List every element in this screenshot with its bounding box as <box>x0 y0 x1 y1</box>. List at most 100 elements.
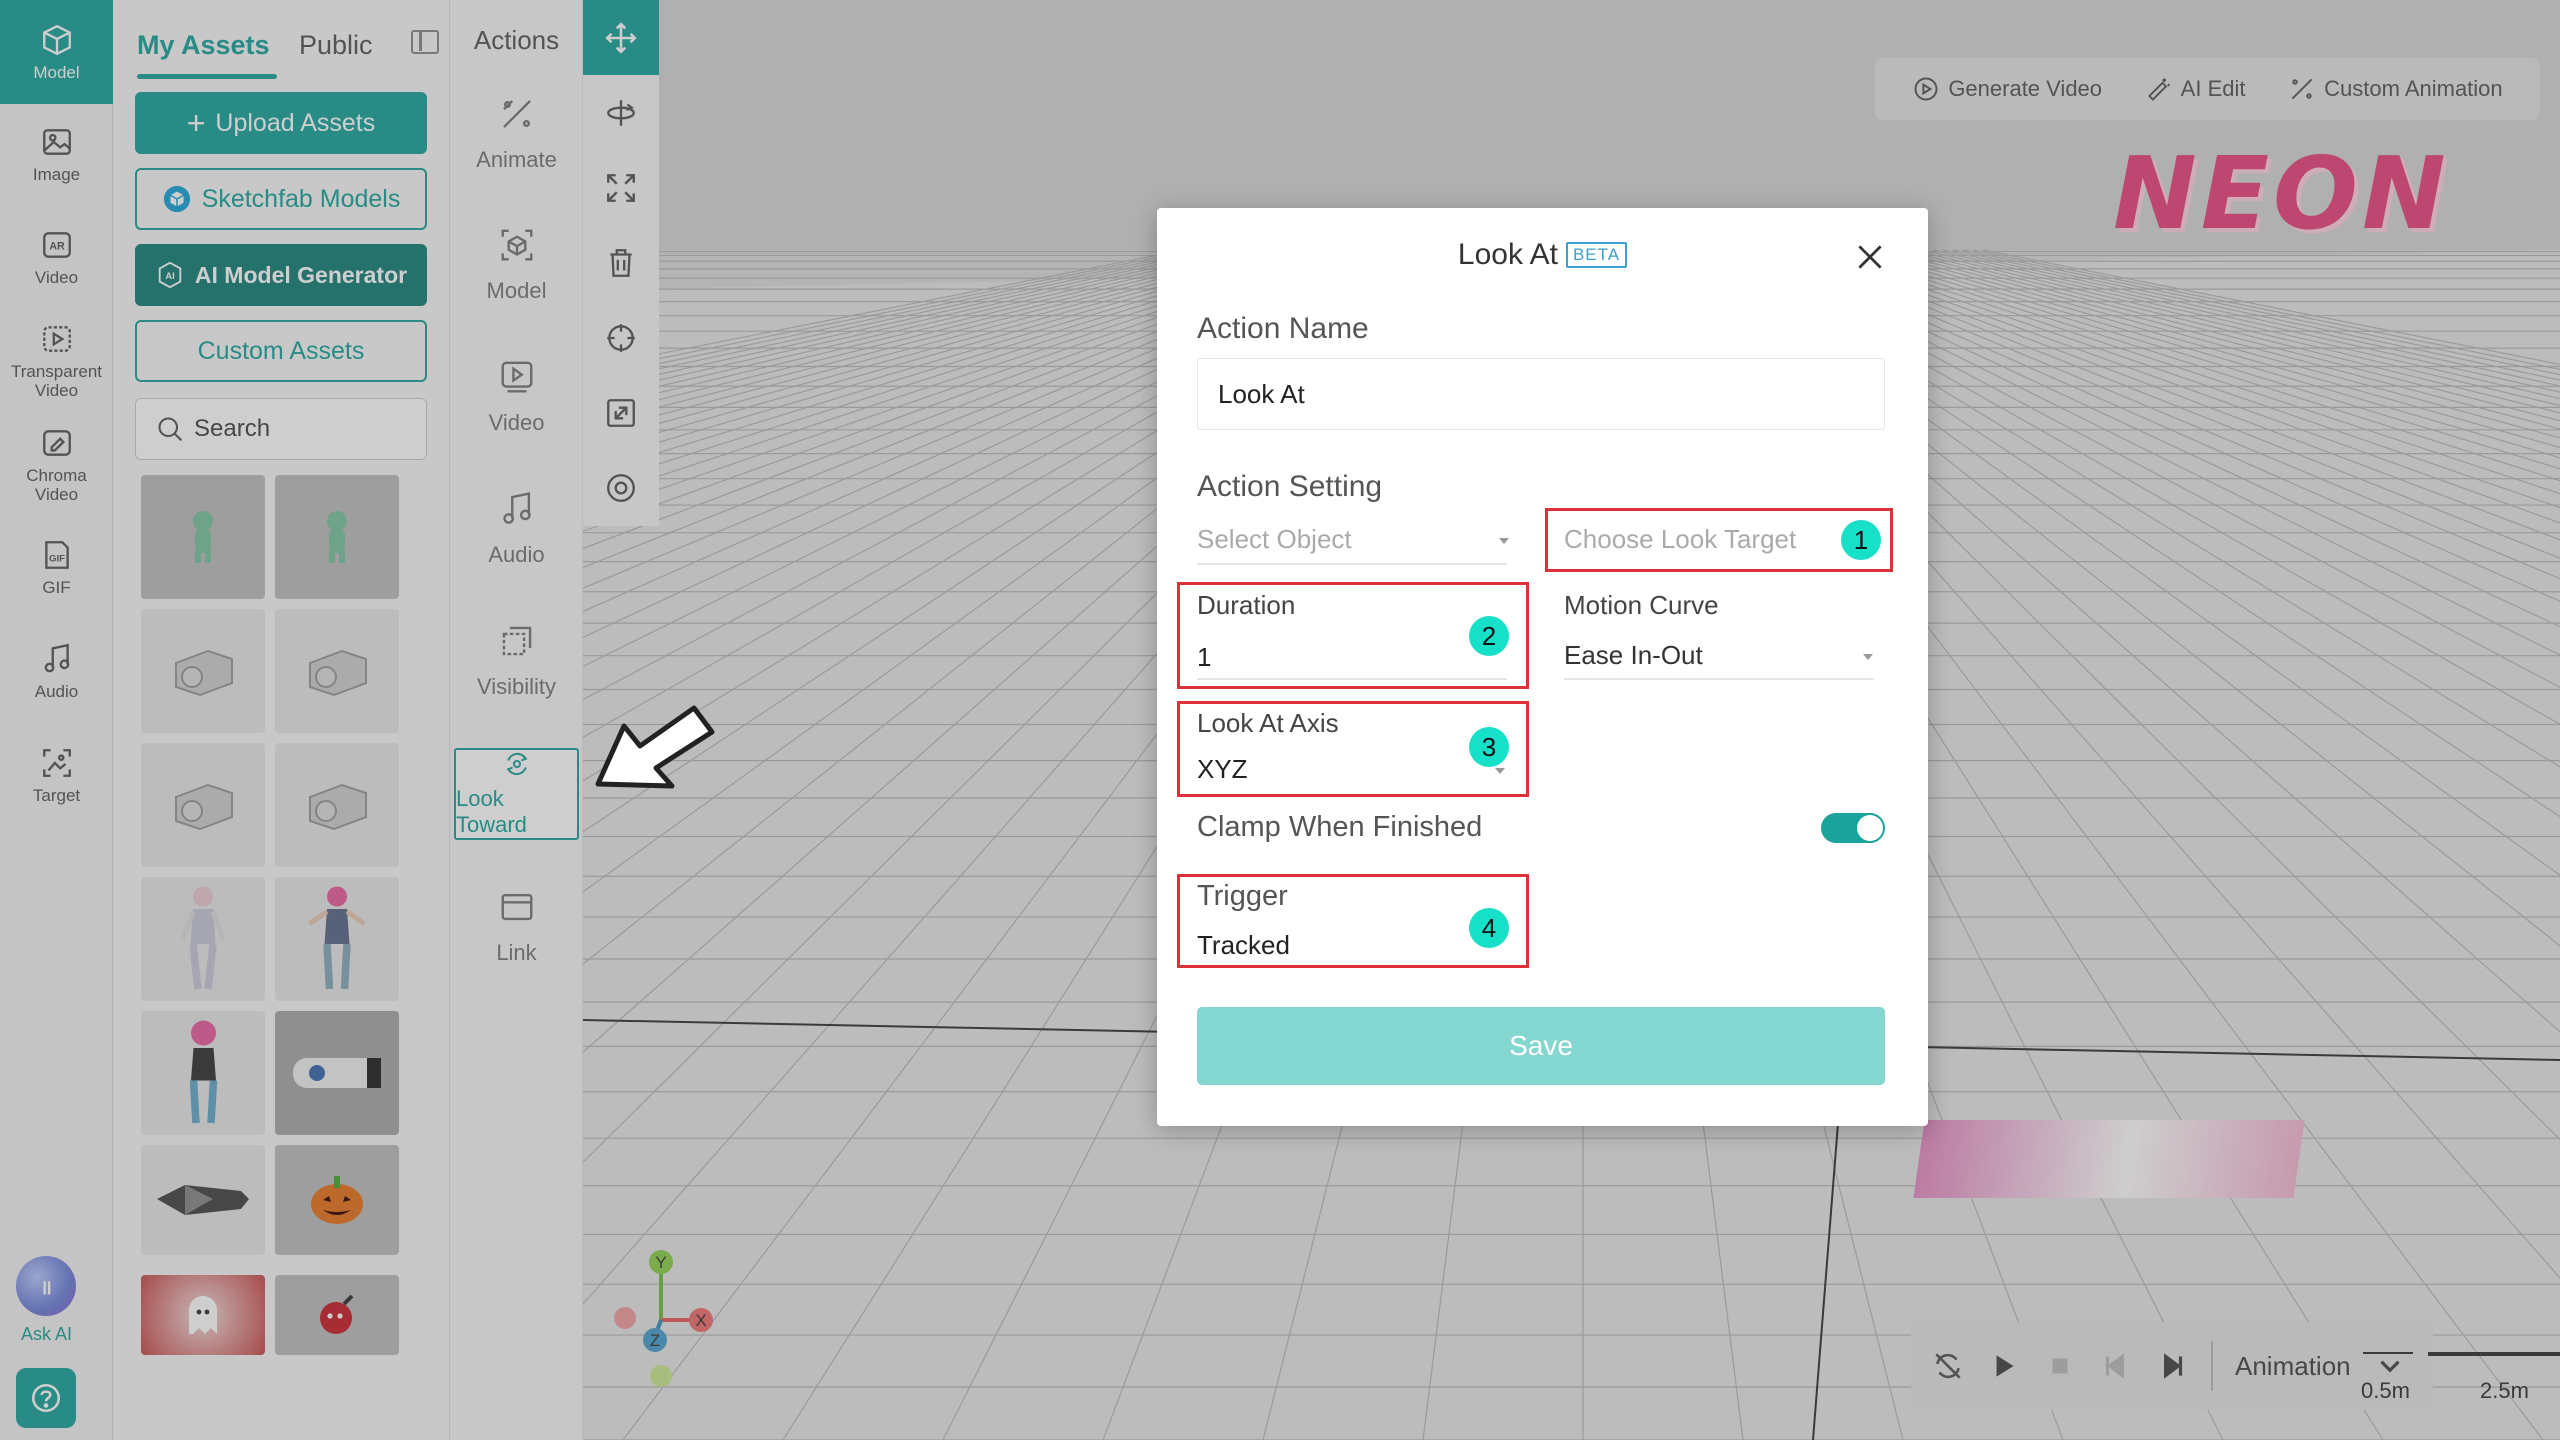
action-setting-label: Action Setting <box>1197 470 1383 503</box>
asset-thumbnail[interactable] <box>141 1145 265 1255</box>
asset-thumbnail[interactable] <box>275 475 399 599</box>
trigger-dropdown[interactable]: Tracked <box>1197 930 1290 961</box>
step-forward-icon[interactable] <box>2155 1349 2189 1383</box>
divider <box>2211 1341 2213 1391</box>
action-name-input[interactable] <box>1197 358 1885 430</box>
custom-animation-button[interactable]: Custom Animation <box>2288 75 2503 103</box>
look-target-dropdown[interactable]: Choose Look Target <box>1564 524 1796 555</box>
ask-ai-label: Ask AI <box>20 1324 73 1344</box>
pumpkin-model-icon <box>311 1176 363 1224</box>
axis-y-label: Y <box>655 1253 666 1272</box>
duration-input[interactable]: 1 <box>1197 642 1211 673</box>
action-audio[interactable]: Audio <box>450 490 583 568</box>
rail-item-video[interactable]: AR Video <box>0 228 113 287</box>
character-model-icon <box>189 1020 217 1124</box>
asset-thumbnail[interactable] <box>141 877 265 1001</box>
asset-thumbnail[interactable] <box>141 1275 265 1355</box>
asset-thumbnail[interactable] <box>275 877 399 1001</box>
asset-thumbnail[interactable] <box>141 1011 265 1135</box>
custom-assets-button[interactable]: Custom Assets <box>135 320 427 382</box>
tab-my-assets[interactable]: My Assets <box>137 30 270 61</box>
fit-tool[interactable] <box>583 375 659 450</box>
step-back-icon[interactable] <box>2099 1349 2133 1383</box>
rail-label: Target <box>32 786 81 805</box>
asset-thumbnail[interactable] <box>141 609 265 733</box>
rail-item-target[interactable]: Target <box>0 746 113 805</box>
collapse-panel-icon[interactable] <box>411 30 439 54</box>
action-visibility[interactable]: Visibility <box>450 622 583 700</box>
move-tool[interactable] <box>583 0 659 75</box>
rail-item-model[interactable]: Model <box>0 0 113 104</box>
close-icon[interactable] <box>1853 240 1887 274</box>
delete-tool[interactable] <box>583 225 659 300</box>
assets-panel: My Assets Public + Upload Assets Sketchf… <box>113 0 537 1440</box>
rotate-tool[interactable] <box>583 75 659 150</box>
box-model-icon <box>309 649 367 697</box>
stop-icon[interactable] <box>2043 1349 2077 1383</box>
animation-select-label[interactable]: Animation <box>2235 1351 2351 1382</box>
action-label: Visibility <box>476 674 557 699</box>
select-underline <box>1564 678 1874 680</box>
rail-item-chroma-video[interactable]: Chroma Video <box>0 426 113 504</box>
input-underline <box>1197 678 1507 680</box>
asset-thumbnail[interactable] <box>275 743 399 867</box>
clamp-when-finished-label: Clamp When Finished <box>1197 811 1483 843</box>
focus-tool[interactable] <box>583 300 659 375</box>
rail-item-transparent-video[interactable]: Transparent Video <box>0 322 113 400</box>
rail-item-image[interactable]: Image <box>0 125 113 184</box>
asset-thumbnail[interactable] <box>275 1011 399 1135</box>
upload-assets-button[interactable]: + Upload Assets <box>135 92 427 154</box>
save-button[interactable]: Save <box>1197 1007 1885 1085</box>
action-label: Audio <box>488 542 545 567</box>
generate-video-label: Generate Video <box>1948 76 2103 101</box>
neon-sign-model[interactable]: NEON <box>2113 135 2450 252</box>
help-button[interactable] <box>16 1368 76 1428</box>
play-icon[interactable] <box>1987 1349 2021 1383</box>
search-input[interactable]: Search <box>135 398 427 460</box>
asset-thumbnail[interactable] <box>141 475 265 599</box>
ask-ai-button[interactable]: ॥ <box>16 1256 76 1316</box>
clamp-toggle[interactable] <box>1821 813 1885 843</box>
action-look-toward[interactable]: Look Toward <box>454 748 579 840</box>
step-badge-2: 2 <box>1469 616 1509 656</box>
action-animate[interactable]: Animate <box>450 95 583 173</box>
asset-thumbnail[interactable] <box>275 1275 399 1355</box>
help-icon <box>31 1383 61 1413</box>
sketchfab-models-button[interactable]: Sketchfab Models <box>135 168 427 230</box>
action-model[interactable]: Model <box>450 226 583 304</box>
motion-curve-label: Motion Curve <box>1564 590 1719 620</box>
select-object-dropdown[interactable]: Select Object <box>1197 524 1352 555</box>
scale-bar-small <box>2363 1352 2413 1354</box>
motion-curve-dropdown[interactable]: Ease In-Out <box>1564 640 1703 671</box>
dialog-title: Look At <box>1457 238 1558 271</box>
rail-item-audio[interactable]: Audio <box>0 642 113 701</box>
trash-icon <box>610 248 632 277</box>
generate-video-button[interactable]: Generate Video <box>1912 75 2102 103</box>
scale-label-large: 2.5m <box>2480 1378 2529 1403</box>
active-tab-underline <box>137 74 277 79</box>
select-underline <box>1197 563 1507 565</box>
tab-public[interactable]: Public <box>299 30 373 61</box>
action-name-label: Action Name <box>1197 312 1369 345</box>
axis-gizmo[interactable]: Y X Z <box>613 1240 753 1390</box>
preview-tool[interactable] <box>583 450 659 525</box>
asset-thumbnail[interactable] <box>141 743 265 867</box>
pointer-arrow-annotation <box>595 705 715 789</box>
scale-tool[interactable] <box>583 150 659 225</box>
action-link[interactable]: Link <box>450 888 583 966</box>
action-video[interactable]: Video <box>450 358 583 436</box>
actions-title: Actions <box>473 25 560 55</box>
chroma-video-icon <box>42 430 71 456</box>
video-play-icon <box>501 361 532 393</box>
rail-item-gif[interactable]: GIF GIF <box>0 538 113 597</box>
link-window-icon <box>501 893 532 921</box>
play-circle-icon <box>1914 77 1938 101</box>
look-at-axis-dropdown[interactable]: XYZ <box>1197 754 1248 785</box>
loop-off-icon[interactable] <box>1931 1349 1965 1383</box>
ai-edit-button[interactable]: AI Edit <box>2145 75 2245 103</box>
ai-model-generator-button[interactable]: AI AI Model Generator <box>135 244 427 306</box>
asset-thumbnail[interactable] <box>275 1145 399 1255</box>
ai-generator-icon: AI <box>158 261 182 289</box>
asset-thumbnail[interactable] <box>275 609 399 733</box>
poster-card-model[interactable] <box>1913 1120 2305 1198</box>
